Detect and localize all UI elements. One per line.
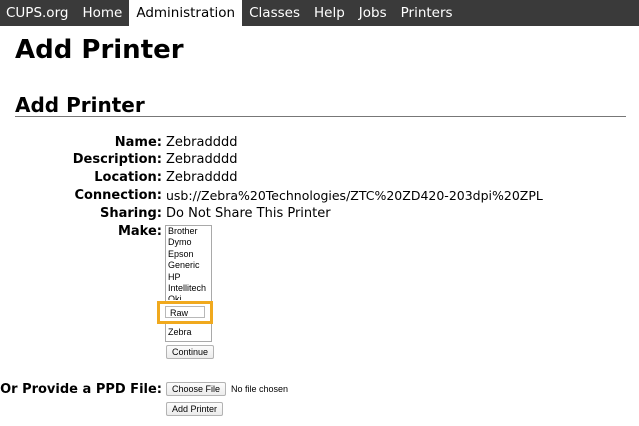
make-label: Make: — [117, 224, 162, 239]
connection-value: usb://Zebra%20Technologies/ZTC%20ZD420-2… — [166, 188, 543, 203]
nav-administration[interactable]: Administration — [129, 0, 243, 26]
nav-jobs[interactable]: Jobs — [352, 0, 394, 25]
choose-file-button[interactable]: Choose File — [166, 382, 227, 396]
make-option-dymo[interactable]: Dymo — [166, 237, 211, 248]
make-option-generic[interactable]: Generic — [166, 260, 211, 271]
nav-classes[interactable]: Classes — [242, 0, 307, 25]
continue-button[interactable]: Continue — [166, 345, 215, 359]
top-nav: CUPS.org Home Administration Classes Hel… — [0, 0, 639, 26]
sharing-value: Do Not Share This Printer — [166, 206, 331, 221]
make-option-hp[interactable]: HP — [166, 272, 211, 283]
make-option-highlight: Raw — [157, 301, 213, 324]
file-status-text: No file chosen — [231, 384, 289, 394]
nav-cups-org[interactable]: CUPS.org — [0, 0, 75, 25]
section-divider — [15, 116, 626, 117]
ppd-file-label: Or Provide a PPD File: — [0, 382, 162, 397]
nav-home[interactable]: Home — [75, 0, 129, 25]
name-label: Name: — [114, 135, 162, 150]
section-title: Add Printer — [15, 93, 145, 117]
nav-help[interactable]: Help — [307, 0, 352, 25]
add-printer-button[interactable]: Add Printer — [166, 402, 224, 416]
nav-printers[interactable]: Printers — [394, 0, 460, 25]
make-option-zebra[interactable]: Zebra — [166, 327, 211, 338]
make-option-raw[interactable]: Raw — [165, 306, 205, 318]
name-value: Zebradddd — [166, 135, 238, 150]
page-title: Add Printer — [15, 35, 184, 65]
make-listbox[interactable]: Brother Dymo Epson Generic HP Intellitec… — [165, 225, 212, 342]
sharing-label: Sharing: — [99, 206, 162, 221]
location-label: Location: — [94, 170, 162, 185]
description-value: Zebradddd — [166, 152, 238, 167]
connection-label: Connection: — [74, 188, 162, 203]
description-label: Description: — [72, 152, 162, 167]
location-value: Zebradddd — [166, 170, 238, 185]
make-option-brother[interactable]: Brother — [166, 226, 211, 237]
make-option-epson[interactable]: Epson — [166, 249, 211, 260]
make-option-intellitech[interactable]: Intellitech — [166, 283, 211, 294]
